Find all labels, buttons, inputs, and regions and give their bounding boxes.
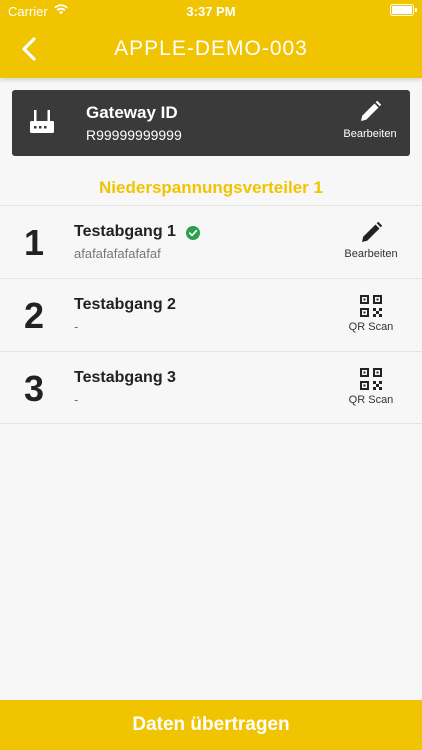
transfer-data-button[interactable]: Daten übertragen [0, 700, 422, 750]
qr-scan-label: QR Scan [348, 394, 394, 406]
item-title: Testabgang 1 [74, 223, 176, 240]
qr-scan-button[interactable]: QR Scan [338, 294, 404, 333]
outlet-list: 1 Testabgang 1 afafafafafafafaf Bearbeit… [0, 205, 422, 424]
gateway-edit-button[interactable]: Bearbeiten [340, 100, 400, 140]
qr-scan-label: QR Scan [348, 321, 394, 333]
gateway-card: Gateway ID R99999999999 Bearbeiten [12, 90, 410, 156]
qr-scan-button[interactable]: QR Scan [338, 367, 404, 406]
qr-code-icon [360, 295, 382, 317]
app-header: Carrier 3:37 PM APPLE-DEMO-003 [0, 0, 422, 78]
pencil-icon [362, 221, 383, 242]
list-item[interactable]: 1 Testabgang 1 afafafafafafafaf Bearbeit… [0, 205, 422, 278]
list-item[interactable]: 3 Testabgang 3 - QR Scan [0, 351, 422, 424]
item-number: 3 [24, 368, 45, 409]
router-icon [30, 110, 54, 133]
item-number: 2 [24, 295, 45, 336]
qr-code-icon [360, 368, 382, 390]
list-item[interactable]: 2 Testabgang 2 - QR Scan [0, 278, 422, 351]
edit-button[interactable]: Bearbeiten [338, 221, 404, 260]
status-bar: Carrier 3:37 PM [0, 0, 422, 22]
gateway-edit-label: Bearbeiten [343, 128, 397, 140]
battery-icon [390, 4, 417, 16]
item-title: Testabgang 2 [74, 296, 176, 313]
item-subtitle: afafafafafafafaf [74, 246, 161, 261]
gateway-label: Gateway ID [86, 103, 178, 122]
item-title: Testabgang 3 [74, 369, 176, 386]
edit-button-label: Bearbeiten [344, 248, 398, 260]
pencil-icon [361, 100, 382, 121]
page-title: APPLE-DEMO-003 [114, 37, 308, 60]
check-circle-icon [186, 226, 200, 240]
item-subtitle: - [74, 392, 79, 407]
gateway-id-value: R99999999999 [86, 127, 182, 143]
section-title: Niederspannungsverteiler 1 [99, 178, 323, 197]
clock: 3:37 PM [186, 4, 236, 19]
item-number: 1 [24, 222, 45, 263]
item-subtitle: - [74, 319, 79, 334]
